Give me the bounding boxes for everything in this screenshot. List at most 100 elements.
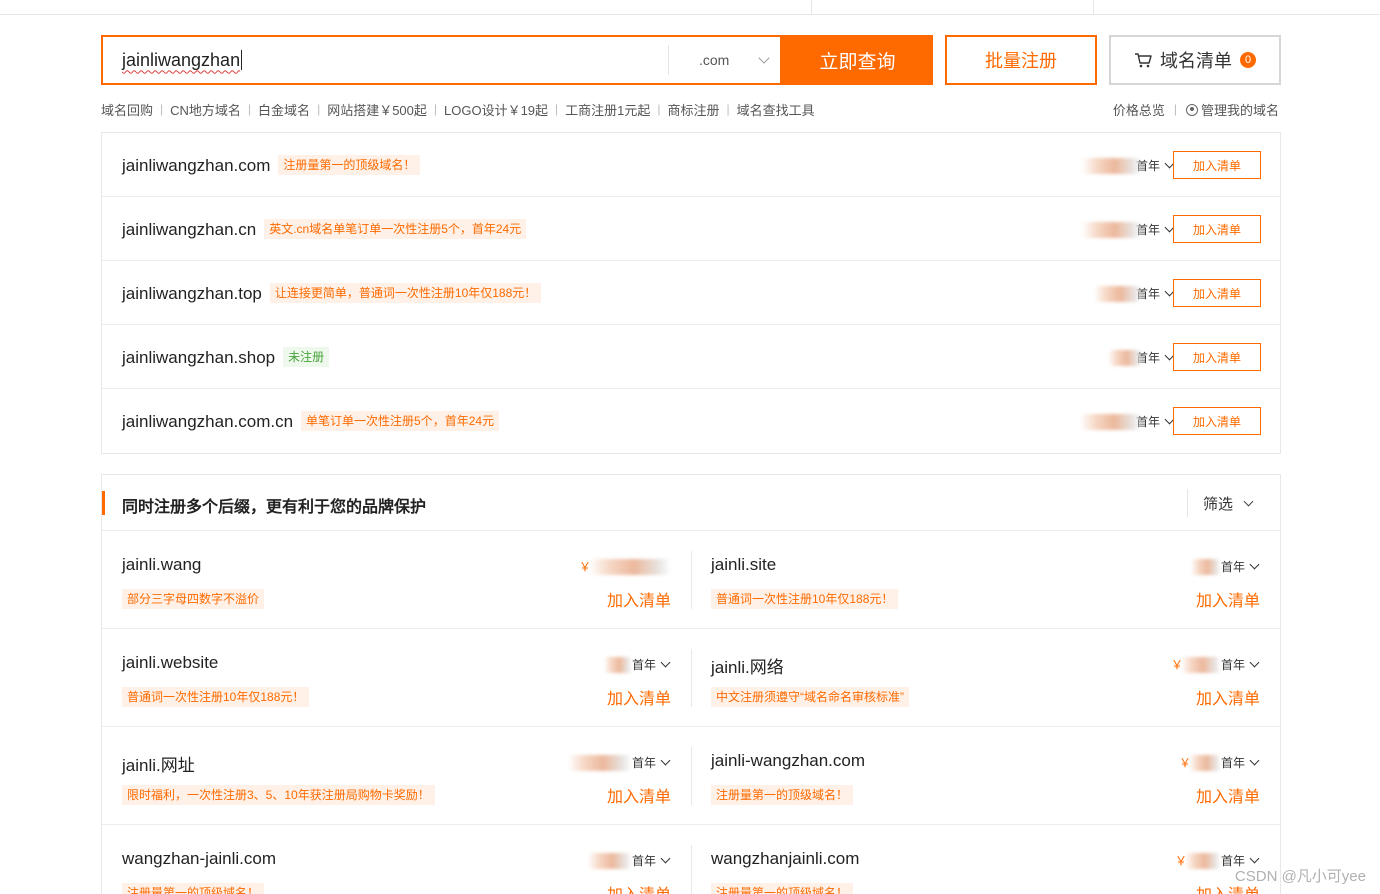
- result-domain[interactable]: jainliwangzhan.top 让连接更简单，普通词一次性注册10年仅188…: [122, 283, 542, 304]
- chevron-down-icon: [660, 853, 671, 864]
- chevron-down-icon: [1243, 496, 1254, 506]
- price-period-select[interactable]: 首年: [1094, 285, 1175, 302]
- add-to-list-button[interactable]: 加入清单: [1173, 279, 1261, 307]
- period-label: 首年: [631, 658, 656, 672]
- suggestion-row: jainli.网址限时福利，一次性注册3、5、10年获注册局购物卡奖励！ 首年加入…: [102, 727, 1280, 825]
- quick-link[interactable]: CN地方域名: [170, 100, 241, 119]
- price-period-select[interactable]: 首年: [1082, 221, 1175, 238]
- watermark: CSDN @凡小可yee: [1234, 868, 1366, 885]
- price-period-select[interactable]: 首年: [567, 754, 671, 771]
- suggestion-item: jainli.website 普通词一次性注册10年仅188元！ 首年加入清单: [102, 629, 691, 727]
- quick-link[interactable]: 域名回购: [101, 100, 153, 119]
- quick-link[interactable]: 白金域名: [258, 100, 310, 119]
- price-period-select[interactable]: ￥: [579, 558, 671, 575]
- price-redacted: [1080, 413, 1142, 430]
- search-input[interactable]: jainliwangzhan: [103, 37, 668, 83]
- filter-dropdown[interactable]: 筛选: [1187, 489, 1254, 517]
- link-divider: |: [657, 102, 661, 116]
- add-to-list-link[interactable]: 加入清单: [1196, 685, 1260, 709]
- suggestion-item: jainli-wangzhan.com 注册量第一的顶级域名！ ￥ 首年 加入清单: [691, 727, 1280, 825]
- quick-link[interactable]: 网站搭建￥500起: [327, 100, 427, 119]
- result-domain[interactable]: jainliwangzhan.shop 未注册: [122, 347, 330, 368]
- result-tag: 英文.cn域名单笔订单一次性注册5个，首年24元: [264, 219, 527, 239]
- chevron-down-icon: [1249, 853, 1260, 864]
- chevron-down-icon: [660, 755, 671, 766]
- price-redacted: [1184, 852, 1221, 869]
- search-button[interactable]: 立即查询: [782, 35, 933, 85]
- price-period-select[interactable]: 首年: [1080, 413, 1175, 430]
- result-row: jainliwangzhan.shop 未注册 首年 加入清单: [102, 325, 1280, 389]
- link-divider: |: [433, 102, 438, 116]
- price-period-select[interactable]: 首年: [1108, 349, 1175, 366]
- domain-cart-button[interactable]: 域名清单 0: [1109, 35, 1281, 85]
- price-period-select[interactable]: 首年: [1190, 558, 1260, 575]
- suggestion-domain[interactable]: jainli.网络: [711, 653, 784, 678]
- add-to-list-button[interactable]: 加入清单: [1173, 343, 1261, 371]
- suffix-select[interactable]: .com: [668, 45, 780, 75]
- price-redacted: [589, 558, 671, 575]
- price-period-select[interactable]: ￥ 首年: [1171, 656, 1260, 673]
- suggestion-tag: 限时福利，一次性注册3、5、10年获注册局购物卡奖励！: [122, 785, 435, 805]
- add-to-list-link[interactable]: 加入清单: [1196, 587, 1260, 611]
- suggestion-domain[interactable]: jainli-wangzhan.com: [711, 751, 865, 771]
- period-label: 首年: [1220, 756, 1245, 770]
- add-to-list-button[interactable]: 加入清单: [1173, 151, 1261, 179]
- quick-link[interactable]: 工商注册1元起: [565, 100, 650, 119]
- link-divider: |: [317, 102, 321, 116]
- cart-count-badge: 0: [1240, 52, 1256, 68]
- add-to-list-link[interactable]: 加入清单: [607, 881, 671, 894]
- suggestion-domain[interactable]: jainli.wang: [122, 555, 201, 575]
- suggestion-item: wangzhanjainli.com注册量第一的顶级域名！￥首年加入清单: [691, 825, 1280, 894]
- price-redacted: [1108, 349, 1142, 366]
- quick-link[interactable]: 域名查找工具: [737, 100, 815, 119]
- suggestion-domain[interactable]: jainli.website: [122, 653, 218, 673]
- suggestion-tag: 部分三字母四数字不溢价: [122, 589, 265, 609]
- quick-link[interactable]: 商标注册: [668, 100, 720, 119]
- price-period-select[interactable]: 首年: [603, 656, 671, 673]
- domain-search-box: jainliwangzhan .com: [101, 35, 782, 85]
- suggestion-row: jainli.wang 部分三字母四数字不溢价 ￥ 加入清单 jainli.site 普通…: [102, 531, 1280, 629]
- accent-bar: [102, 491, 105, 515]
- result-row: jainliwangzhan.cn 英文.cn域名单笔订单一次性注册5个，首年24…: [102, 197, 1280, 261]
- suggestion-panel: 同时注册多个后缀，更有利于您的品牌保护 筛选 jainli.wang 部分三字母四…: [101, 474, 1281, 894]
- add-to-list-button[interactable]: 加入清单: [1173, 407, 1261, 435]
- manage-domains-link[interactable]: 管理我的域名: [1185, 100, 1279, 119]
- price-overview-link[interactable]: 价格总览: [1113, 100, 1165, 119]
- link-divider: |: [1173, 102, 1177, 116]
- price-redacted: [587, 852, 632, 869]
- suggestion-domain[interactable]: jainli.网址: [122, 751, 195, 776]
- suggestion-domain[interactable]: jainli.site: [711, 555, 776, 575]
- quick-links: 域名回购 | CN地方域名 | 白金域名 | 网站搭建￥500起 | LOGO设计￥19起 | 工商…: [101, 100, 815, 118]
- price-period-select[interactable]: ￥ 首年: [1179, 754, 1260, 771]
- chevron-down-icon: [758, 52, 770, 64]
- manage-domains-label: 管理我的域名: [1200, 102, 1279, 118]
- add-to-list-link[interactable]: 加入清单: [607, 685, 671, 709]
- suggestion-tag: 普通词一次性注册10年仅188元！: [122, 687, 310, 707]
- chevron-down-icon: [1249, 559, 1260, 570]
- result-domain[interactable]: jainliwangzhan.com 注册量第一的顶级域名！: [122, 155, 421, 176]
- result-domain-name: jainliwangzhan.com: [122, 156, 271, 175]
- price-period-select[interactable]: 首年: [1082, 157, 1175, 174]
- suggestion-item: jainli.网址限时福利，一次性注册3、5、10年获注册局购物卡奖励！ 首年加入…: [102, 727, 691, 825]
- add-to-list-button[interactable]: 加入清单: [1173, 215, 1261, 243]
- suggestion-header: 同时注册多个后缀，更有利于您的品牌保护 筛选: [102, 475, 1280, 531]
- result-row: jainliwangzhan.top 让连接更简单，普通词一次性注册10年仅188…: [102, 261, 1280, 325]
- price-period-select[interactable]: 首年: [587, 852, 671, 869]
- cart-label: 域名清单: [1160, 51, 1232, 71]
- result-domain-name: jainliwangzhan.cn: [122, 220, 257, 239]
- suggestion-row: jainli.website 普通词一次性注册10年仅188元！ 首年 加入清单 jai…: [102, 629, 1280, 727]
- result-domain-name: jainliwangzhan.shop: [122, 348, 276, 367]
- quick-link[interactable]: LOGO设计￥19起: [444, 100, 548, 119]
- result-domain[interactable]: jainliwangzhan.cn 英文.cn域名单笔订单一次性注册5个，首年24…: [122, 219, 527, 240]
- period-label: 首年: [1220, 560, 1245, 574]
- price-redacted: [1094, 285, 1142, 302]
- suggestion-domain[interactable]: wangzhanjainli.com: [711, 849, 859, 869]
- text-caret: [241, 50, 243, 70]
- add-to-list-link[interactable]: 加入清单: [1196, 783, 1260, 807]
- add-to-list-link[interactable]: 加入清单: [607, 587, 671, 611]
- result-domain[interactable]: jainliwangzhan.com.cn 单笔订单一次性注册5个，首年24元: [122, 411, 500, 432]
- add-to-list-link[interactable]: 加入清单: [607, 783, 671, 807]
- period-label: 首年: [631, 854, 656, 868]
- bulk-register-button[interactable]: 批量注册: [945, 35, 1097, 85]
- suggestion-domain[interactable]: wangzhan-jainli.com: [122, 849, 276, 869]
